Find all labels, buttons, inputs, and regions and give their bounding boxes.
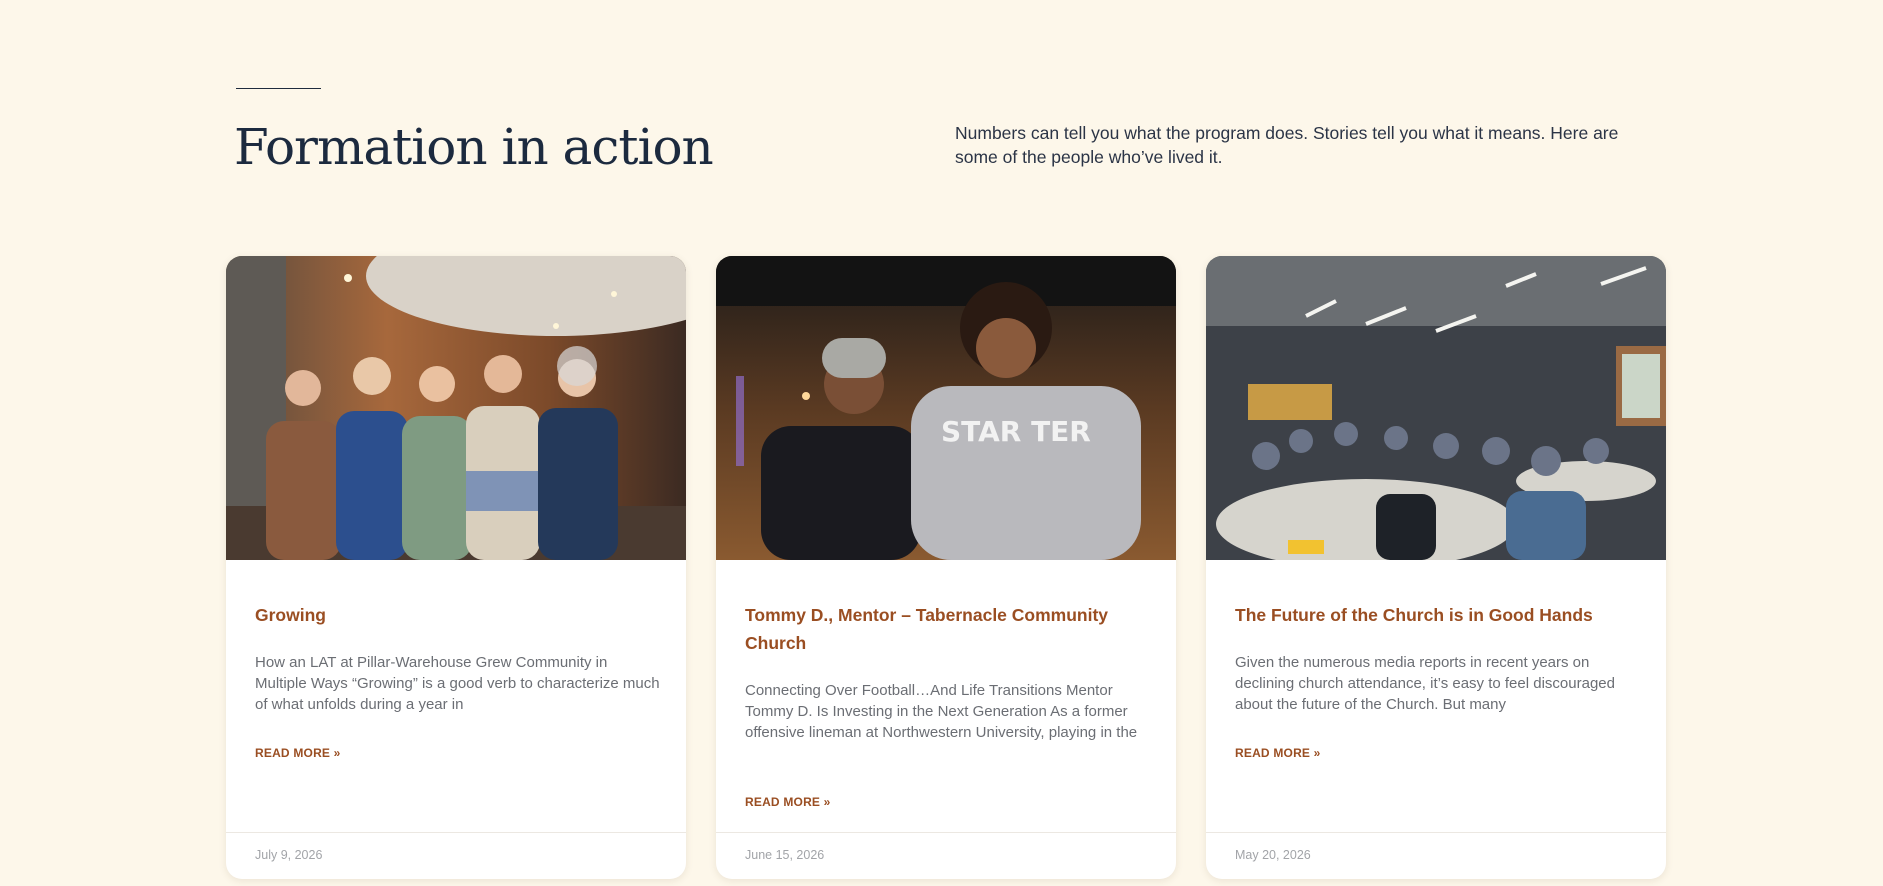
- story-card-future-church[interactable]: The Future of the Church is in Good Hand…: [1206, 256, 1666, 879]
- section-intro: Numbers can tell you what the program do…: [955, 123, 1619, 167]
- stories-section: Formation in action Numbers can tell you…: [0, 0, 1883, 886]
- read-more-link[interactable]: READ MORE »: [255, 746, 341, 760]
- card-excerpt: Connecting Over Football…And Life Transi…: [745, 682, 1138, 741]
- story-card-growing[interactable]: Growing How an LAT at Pillar-Warehouse G…: [226, 256, 686, 879]
- card-image[interactable]: [226, 256, 686, 560]
- read-more-link[interactable]: READ MORE »: [745, 795, 831, 809]
- card-date: July 9, 2026: [255, 848, 323, 862]
- card-date: May 20, 2026: [1235, 848, 1311, 862]
- card-divider: [226, 832, 686, 833]
- card-title[interactable]: The Future of the Church is in Good Hand…: [1235, 601, 1635, 629]
- card-image[interactable]: STAR TER: [716, 256, 1176, 560]
- story-card-tommy[interactable]: STAR TER Tommy D., Mentor – Tabernacle C…: [716, 256, 1176, 879]
- card-divider: [1206, 832, 1666, 833]
- card-title[interactable]: Growing: [255, 601, 655, 629]
- photo-meeting-room: [1206, 256, 1666, 560]
- heading-rule: [236, 88, 321, 89]
- card-image[interactable]: [1206, 256, 1666, 560]
- card-divider: [716, 832, 1176, 833]
- card-title[interactable]: Tommy D., Mentor – Tabernacle Community …: [745, 601, 1145, 657]
- card-excerpt: How an LAT at Pillar-Warehouse Grew Comm…: [255, 654, 660, 713]
- svg-text:STAR TER: STAR TER: [941, 415, 1091, 448]
- read-more-link[interactable]: READ MORE »: [1235, 746, 1321, 760]
- photo-mentor-pair: STAR TER: [716, 256, 1176, 560]
- photo-women-group: [226, 256, 686, 560]
- card-excerpt: Given the numerous media reports in rece…: [1235, 654, 1615, 713]
- section-title: Formation in action: [234, 118, 714, 176]
- card-date: June 15, 2026: [745, 848, 825, 862]
